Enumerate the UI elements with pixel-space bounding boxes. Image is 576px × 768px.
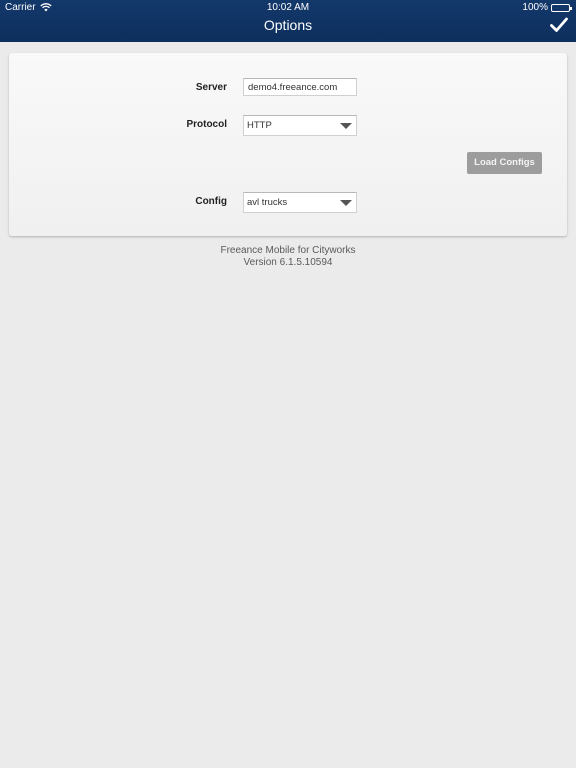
status-battery: 100% [522, 2, 572, 13]
app-name: Freeance Mobile for Cityworks [220, 245, 356, 256]
chevron-down-icon [340, 200, 352, 206]
server-label: Server [195, 82, 227, 93]
config-select[interactable]: avl trucks [243, 192, 357, 213]
battery-icon [551, 3, 572, 12]
options-panel: Server Protocol HTTP Load Configs Config… [9, 53, 567, 236]
status-time: 10:02 AM [266, 2, 310, 13]
app-info: Freeance Mobile for Cityworks Version 6.… [0, 245, 576, 269]
protocol-value: HTTP [247, 120, 272, 131]
checkmark-icon[interactable] [550, 17, 568, 33]
config-label: Config [195, 196, 227, 207]
server-input[interactable] [243, 78, 357, 96]
load-configs-button[interactable]: Load Configs [467, 152, 542, 174]
protocol-select[interactable]: HTTP [243, 115, 357, 136]
protocol-label: Protocol [186, 119, 227, 130]
page-title: Options [263, 17, 313, 33]
config-value: avl trucks [247, 197, 288, 208]
navigation-bar: Carrier 10:02 AM 100% Options [0, 0, 576, 42]
app-version: Version 6.1.5.10594 [243, 257, 333, 268]
battery-percent: 100% [522, 2, 548, 13]
chevron-down-icon [340, 123, 352, 129]
